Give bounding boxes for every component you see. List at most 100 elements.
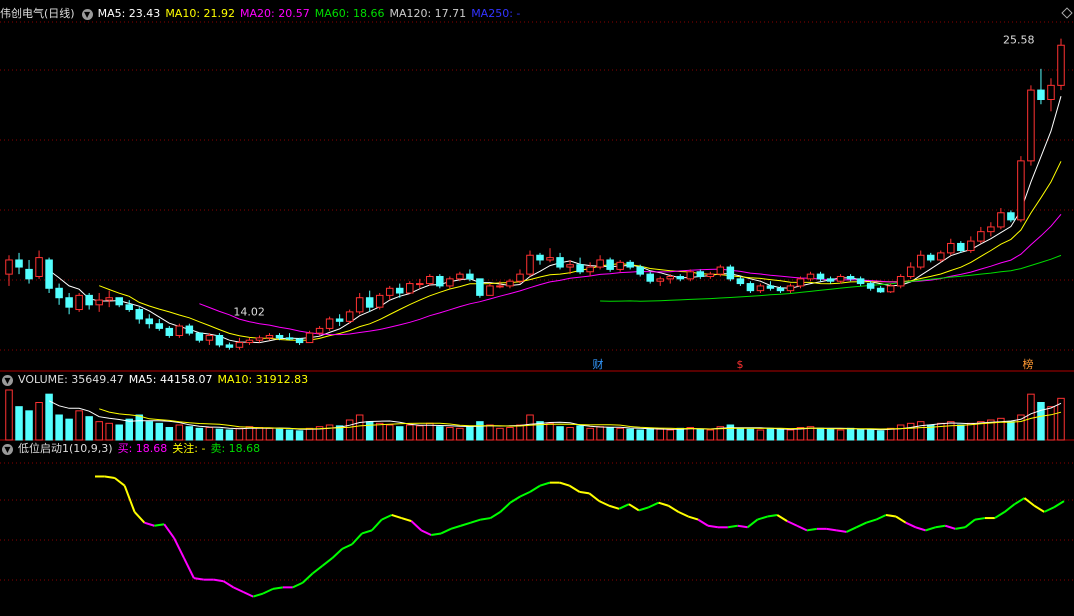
- candle-body: [586, 266, 594, 273]
- candle-body: [265, 334, 274, 339]
- volume-bar: [25, 410, 33, 441]
- candle-body: [957, 242, 965, 252]
- indicator-segment: [529, 484, 541, 493]
- candle-body: [616, 261, 624, 270]
- volume-bar: [406, 424, 414, 441]
- event-marker: 财: [593, 357, 604, 371]
- volume-bar: [5, 389, 13, 441]
- indicator-segment: [559, 481, 570, 487]
- candle-body: [876, 287, 885, 293]
- volume-bar: [566, 427, 574, 441]
- volume-bar: [1047, 406, 1055, 441]
- volume-bar: [446, 427, 454, 441]
- candle-body: [195, 332, 204, 341]
- indicator-segment: [667, 504, 679, 513]
- candle-body: [516, 273, 524, 282]
- indicator-panel-header: ▼ 低位启动1(10,9,3) 买: 18.68 关注: - 卖: 18.68: [0, 441, 265, 457]
- indicator-segment: [776, 514, 788, 522]
- indicator-segment: [351, 532, 363, 545]
- indicator-segment: [658, 501, 669, 507]
- volume-bar: [305, 427, 314, 441]
- candle-body: [305, 332, 314, 344]
- volume-bar: [646, 427, 654, 441]
- candle-body: [375, 294, 384, 308]
- indicator-segment: [381, 514, 393, 521]
- volume-bar: [486, 424, 494, 441]
- indicator-segment: [757, 515, 768, 521]
- indicator-segment: [697, 518, 709, 527]
- candle-body: [35, 257, 43, 277]
- candle-body: [836, 275, 845, 282]
- candle-body: [716, 266, 725, 275]
- volume-bar: [746, 428, 755, 441]
- volume-bar: [95, 421, 103, 441]
- volume-bar: [456, 427, 464, 441]
- candle-body: [526, 254, 534, 275]
- indicator-segment: [677, 510, 689, 518]
- indicator-collapse-icon[interactable]: ▼: [2, 443, 13, 455]
- grid-lines: [0, 21, 1074, 581]
- indicator-segment: [114, 477, 126, 487]
- indicator-segment: [371, 518, 383, 532]
- candle-body: [776, 287, 785, 292]
- low-price-label: 14.02: [233, 305, 265, 318]
- volume-bar: [816, 427, 825, 441]
- indicator-segment: [579, 490, 590, 495]
- indicator-segment: [410, 520, 422, 532]
- candle-body: [726, 266, 735, 280]
- candle-body: [275, 334, 284, 339]
- volume-bar: [225, 429, 234, 441]
- indicator-segment: [925, 526, 936, 532]
- candle-body: [426, 275, 434, 285]
- collapse-icon[interactable]: ▼: [81, 8, 93, 20]
- volume-bar: [365, 421, 374, 441]
- indicator-segment: [628, 503, 640, 512]
- volume-bar: [265, 427, 274, 441]
- candle-body: [987, 226, 995, 233]
- candle-body: [706, 273, 715, 277]
- indicator-segment: [499, 501, 511, 513]
- volume-bar: [416, 425, 424, 441]
- volume-bar: [576, 425, 584, 441]
- candle-body: [496, 285, 504, 288]
- candle-body: [45, 259, 53, 289]
- indicator-segment: [796, 524, 808, 532]
- volume-bar: [105, 422, 113, 441]
- candle-body: [1007, 212, 1015, 221]
- candle-body: [937, 252, 945, 261]
- volume-bar: [466, 426, 474, 441]
- indicator-segment: [252, 592, 264, 598]
- ma120-label: MA120: 17.71: [389, 7, 467, 20]
- candle-body: [325, 318, 334, 329]
- volume-bar: [906, 422, 915, 441]
- candle-body: [1017, 160, 1025, 221]
- indicator-segment: [440, 527, 452, 535]
- indicator-segment: [401, 517, 412, 523]
- candle-body: [125, 304, 133, 311]
- stock-title: 伟创电气(日线): [0, 7, 75, 20]
- volume-bar: [866, 429, 875, 441]
- candle-body: [65, 297, 73, 308]
- volume-ma10-label: MA10: 31912.83: [217, 373, 309, 386]
- volume-bar: [235, 427, 244, 441]
- candle-body: [826, 278, 835, 282]
- candle-body: [436, 275, 444, 287]
- indicator-segment: [994, 511, 1006, 519]
- indicator-segment: [875, 514, 887, 521]
- indicator-segment: [391, 514, 402, 520]
- indicator-segment: [104, 475, 115, 480]
- candle-body: [295, 338, 304, 344]
- volume-bar: [1027, 393, 1035, 441]
- volume-bar: [175, 424, 184, 441]
- volume-bar: [165, 427, 174, 441]
- candle-body: [1047, 84, 1055, 101]
- volume-bar: [786, 429, 795, 441]
- candle-body: [466, 273, 474, 280]
- indicator-segment: [905, 521, 917, 529]
- indicator-segment: [737, 524, 748, 529]
- candle-body: [756, 285, 765, 292]
- volume-bar: [937, 422, 945, 441]
- indicator-segment: [321, 557, 333, 567]
- volume-collapse-icon[interactable]: ▼: [2, 374, 13, 386]
- indicator-segment: [450, 524, 462, 530]
